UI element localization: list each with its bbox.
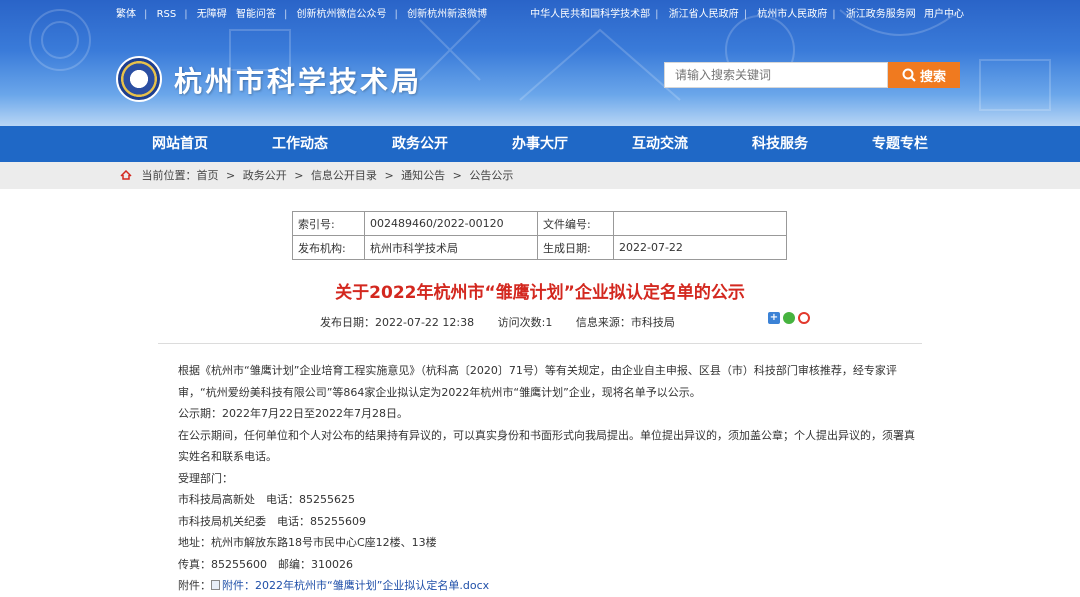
top-link-wechat[interactable]: 创新杭州微信公众号: [297, 9, 387, 20]
search-button[interactable]: 搜索: [888, 62, 960, 88]
main-nav: 网站首页 工作动态 政务公开 办事大厅 互动交流 科技服务 专题专栏: [0, 126, 1080, 162]
document-meta-table: 索引号: 002489460/2022-00120 文件编号: 发布机构: 杭州…: [292, 211, 787, 260]
breadcrumb-separator: >: [294, 169, 304, 182]
top-link-rss[interactable]: RSS: [157, 9, 177, 20]
breadcrumb: 当前位置：首页 > 政务公开 > 信息公开目录 > 通知公告 > 公告公示: [0, 162, 1080, 189]
content-divider: [158, 343, 922, 344]
article-body: 根据《杭州市“雏鹰计划”企业培育工程实施意见》（杭科高〔2020〕71号）等有关…: [158, 360, 924, 597]
top-link-zj-gov[interactable]: 浙江省人民政府: [669, 9, 739, 20]
paragraph-department: 受理部门：: [178, 471, 233, 485]
article-meta: 发布日期：2022-07-22 12:38 访问次数:1 信息来源：市科技局: [320, 314, 695, 330]
breadcrumb-separator: >: [452, 169, 462, 182]
publisher-label: 发布机构:: [292, 235, 365, 260]
visit-count: 访问次数:1: [497, 316, 553, 329]
breadcrumb-prefix: 当前位置：: [141, 169, 197, 182]
attachment-label: 附件：: [178, 579, 211, 592]
nav-tech-services[interactable]: 科技服务: [720, 126, 840, 162]
nav-service-hall[interactable]: 办事大厅: [480, 126, 600, 162]
publish-date: 发布日期：2022-07-22 12:38: [320, 316, 475, 329]
top-link-zj-service[interactable]: 浙江政务服务网: [846, 9, 916, 20]
share-more-icon[interactable]: +: [768, 312, 780, 324]
top-link-weibo[interactable]: 创新杭州新浪微博: [407, 9, 487, 20]
date-value: 2022-07-22: [613, 235, 787, 260]
breadcrumb-separator: >: [226, 169, 236, 182]
breadcrumb-info-catalog[interactable]: 信息公开目录: [311, 169, 377, 182]
breadcrumb-separator: >: [384, 169, 394, 182]
search-icon: [902, 68, 916, 82]
site-logo[interactable]: [116, 56, 162, 102]
top-link-user-center[interactable]: 用户中心: [924, 9, 964, 20]
attachment-link[interactable]: 附件：2022年杭州市“雏鹰计划”企业拟认定名单.docx: [222, 579, 489, 592]
nav-gov-affairs[interactable]: 政务公开: [360, 126, 480, 162]
paragraph-attachment: 附件： 附件：2022年杭州市“雏鹰计划”企业拟认定名单.docx: [158, 575, 924, 597]
top-link-hz-gov[interactable]: 杭州市人民政府: [757, 9, 827, 20]
document-icon: [211, 580, 220, 590]
doc-no-value: [613, 211, 787, 236]
paragraph-objection: 在公示期间，任何单位和个人对公布的结果持有异议的，可以真实身份和书面形式向我局提…: [178, 428, 915, 464]
article-title: 关于2022年杭州市“雏鹰计划”企业拟认定名单的公示: [335, 283, 745, 303]
doc-no-label: 文件编号:: [537, 211, 614, 236]
index-value: 002489460/2022-00120: [364, 211, 538, 236]
share-buttons: +: [768, 312, 810, 324]
breadcrumb-notices[interactable]: 通知公告: [401, 169, 445, 182]
info-source: 信息来源：市科技局: [575, 316, 675, 329]
wechat-share-icon[interactable]: [783, 312, 795, 324]
paragraph-basis: 根据《杭州市“雏鹰计划”企业培育工程实施意见》（杭科高〔2020〕71号）等有关…: [178, 364, 897, 399]
home-icon: [120, 170, 132, 180]
nav-home[interactable]: 网站首页: [120, 126, 240, 162]
paragraph-address: 地址：杭州市解放东路18号市民中心C座12楼、13楼: [178, 536, 437, 549]
top-links-left: 繁体 | RSS | 无障碍 智能问答 | 创新杭州微信公众号 | 创新杭州新浪微博: [116, 9, 488, 20]
nav-work-news[interactable]: 工作动态: [240, 126, 360, 162]
paragraph-contact-discipline: 市科技局机关纪委 电话：85255609: [178, 514, 366, 528]
paragraph-fax: 传真：85255600 邮编：310026: [178, 557, 353, 571]
weibo-share-icon[interactable]: [798, 312, 810, 324]
site-title[interactable]: 杭州市科学技术局: [174, 60, 422, 100]
top-link-smart-qa[interactable]: 智能问答: [236, 9, 276, 20]
top-link-traditional[interactable]: 繁体: [116, 9, 136, 20]
top-link-most[interactable]: 中华人民共和国科学技术部: [530, 9, 650, 20]
search-input[interactable]: [664, 62, 888, 88]
nav-interaction[interactable]: 互动交流: [600, 126, 720, 162]
breadcrumb-gov-affairs[interactable]: 政务公开: [243, 169, 287, 182]
paragraph-period: 公示期：2022年7月22日至2022年7月28日。: [178, 407, 408, 420]
header-banner: 繁体 | RSS | 无障碍 智能问答 | 创新杭州微信公众号 | 创新杭州新浪微博 中…: [0, 0, 1080, 126]
top-links-right: 中华人民共和国科学技术部 | 浙江省人民政府 | 杭州市人民政府 | 浙江政务服务网 …: [530, 9, 964, 20]
nav-special-topics[interactable]: 专题专栏: [840, 126, 960, 162]
publisher-value: 杭州市科学技术局: [364, 235, 538, 260]
breadcrumb-announcements[interactable]: 公告公示: [469, 169, 513, 182]
breadcrumb-home[interactable]: 首页: [197, 169, 219, 182]
date-label: 生成日期:: [537, 235, 614, 260]
top-link-accessibility[interactable]: 无障碍: [197, 9, 227, 20]
index-label: 索引号:: [292, 211, 365, 236]
search-button-label: 搜索: [919, 69, 946, 85]
paragraph-contact-hitech: 市科技局高新处 电话：85255625: [178, 493, 355, 506]
